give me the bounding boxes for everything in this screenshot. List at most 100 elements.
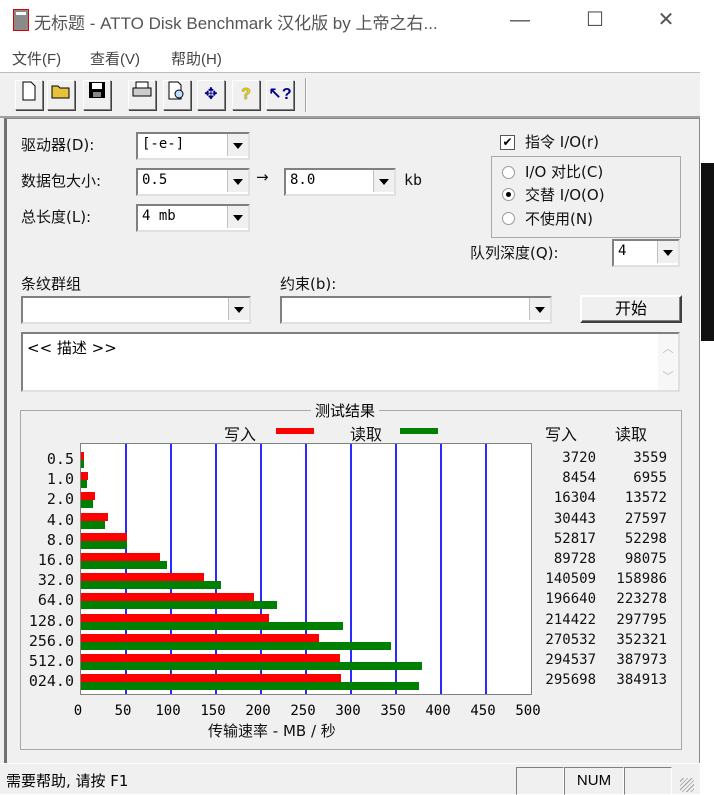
write-column-header: 写入	[545, 425, 578, 444]
write-bar	[81, 492, 96, 501]
legend-write-label: 写入	[224, 425, 257, 444]
chevron-down-icon[interactable]	[529, 298, 550, 320]
results-title: 测试结果	[311, 400, 380, 421]
background-window-dark-region	[701, 163, 714, 341]
write-value: 295698	[545, 672, 596, 689]
minimize-button[interactable]: —	[497, 4, 543, 36]
chart-plot-area	[80, 443, 532, 695]
chevron-down-icon[interactable]	[227, 170, 248, 192]
read-bar	[81, 682, 420, 691]
description-textarea[interactable]: << 描述 >> ︿ ﹀	[21, 332, 680, 392]
description-text: << 描述 >>	[27, 339, 117, 357]
read-value: 158986	[616, 571, 667, 588]
read-bar	[81, 601, 278, 610]
y-tick-label: 8.0	[46, 530, 74, 549]
chevron-down-icon[interactable]	[228, 298, 249, 320]
x-tick-label: 400	[425, 703, 451, 719]
close-button[interactable]: ✕	[643, 4, 689, 36]
resize-grip-icon[interactable]	[680, 778, 694, 792]
read-bar	[81, 540, 127, 549]
legend-read-label: 读取	[350, 425, 383, 444]
write-bar	[81, 472, 89, 481]
chevron-down-icon[interactable]	[657, 241, 678, 263]
num-lock-indicator: NUM	[564, 767, 624, 795]
io-compare-label: I/O 对比(C)	[525, 163, 604, 181]
write-bar	[81, 573, 205, 582]
legend-write-swatch	[276, 428, 314, 434]
write-bar	[81, 654, 340, 662]
x-tick-label: 0	[73, 703, 83, 719]
new-document-icon[interactable]	[15, 80, 43, 110]
transfer-size-from-select[interactable]: 0.5	[136, 168, 250, 196]
chevron-down-icon[interactable]	[227, 134, 248, 156]
menu-view[interactable]: 查看(V)	[90, 48, 140, 69]
scroll-down-icon[interactable]: ﹀	[658, 368, 678, 384]
menu-file[interactable]: 文件(F)	[12, 48, 61, 69]
grid-line	[350, 444, 352, 694]
status-help-text: 需要帮助, 请按 F1	[6, 772, 129, 790]
direct-io-checkbox[interactable]: ✔	[500, 135, 515, 150]
overlapped-io-radio[interactable]	[502, 188, 515, 201]
total-length-value: 4 mb	[142, 208, 176, 224]
print-preview-icon[interactable]	[163, 80, 191, 110]
read-bar	[81, 621, 343, 630]
write-value: 3720	[562, 450, 596, 466]
scroll-up-icon[interactable]: ︿	[658, 340, 678, 356]
x-tick-label: 200	[245, 703, 271, 719]
description-scrollbar[interactable]: ︿ ﹀	[658, 334, 678, 390]
write-value: 30443	[553, 510, 596, 527]
chevron-down-icon[interactable]	[227, 206, 248, 228]
x-tick-label: 450	[470, 703, 496, 719]
open-folder-icon[interactable]	[47, 80, 75, 110]
grid-line	[395, 444, 397, 694]
write-value: 214422	[545, 611, 596, 628]
y-tick-label: 128.0	[28, 611, 74, 630]
direct-io-label: 指令 I/O(r)	[525, 133, 599, 151]
start-button[interactable]: 开始	[580, 295, 682, 323]
x-tick-label: 50	[114, 703, 132, 719]
transfer-unit-label: kb	[404, 171, 423, 189]
write-value: 89728	[553, 551, 596, 567]
write-value: 270532	[545, 631, 596, 648]
write-bar	[81, 452, 85, 460]
queue-depth-value: 4	[618, 243, 627, 259]
read-value: 297795	[616, 611, 667, 628]
neither-radio[interactable]	[502, 212, 515, 225]
save-icon[interactable]	[83, 80, 111, 110]
window-title: 无标题 - ATTO Disk Benchmark 汉化版 by 上帝之右...	[34, 14, 438, 33]
print-icon[interactable]	[128, 80, 156, 110]
menu-help[interactable]: 帮助(H)	[171, 48, 222, 69]
queue-depth-select[interactable]: 4	[612, 239, 680, 267]
constraint-label: 约束(b):	[280, 275, 337, 293]
title-bar: 无标题 - ATTO Disk Benchmark 汉化版 by 上帝之右...…	[0, 0, 700, 40]
context-help-icon[interactable]: ↖?	[266, 80, 294, 110]
maximize-button[interactable]: ☐	[572, 4, 618, 36]
read-value: 27597	[624, 510, 667, 527]
x-tick-label: 100	[155, 703, 181, 719]
read-bar	[81, 561, 168, 569]
write-value: 140509	[545, 571, 596, 588]
write-value: 8454	[562, 470, 596, 487]
io-compare-radio[interactable]	[502, 166, 515, 179]
transfer-size-to-select[interactable]: 8.0	[284, 168, 396, 196]
read-value: 13572	[624, 490, 667, 507]
move-icon[interactable]: ✥	[197, 80, 225, 110]
drive-label: 驱动器(D):	[21, 136, 95, 154]
write-bar	[81, 532, 128, 541]
read-value: 52298	[624, 530, 667, 547]
app-icon	[13, 9, 29, 31]
transfer-size-from-value: 0.5	[142, 172, 168, 188]
read-value: 223278	[616, 591, 667, 608]
stripe-group-select[interactable]	[21, 296, 251, 324]
read-value: 384913	[616, 672, 667, 689]
drive-select[interactable]: [-e-]	[136, 132, 250, 160]
total-length-select[interactable]: 4 mb	[136, 204, 250, 232]
toolbar: ✥ ? ↖?	[0, 74, 700, 118]
help-icon[interactable]: ?	[232, 80, 260, 110]
chevron-down-icon[interactable]	[373, 170, 394, 192]
write-value: 52817	[553, 530, 596, 547]
read-value: 6955	[633, 470, 667, 487]
y-tick-label: 32.0	[37, 571, 74, 590]
constraint-select[interactable]	[280, 296, 552, 324]
read-bar	[81, 460, 85, 468]
